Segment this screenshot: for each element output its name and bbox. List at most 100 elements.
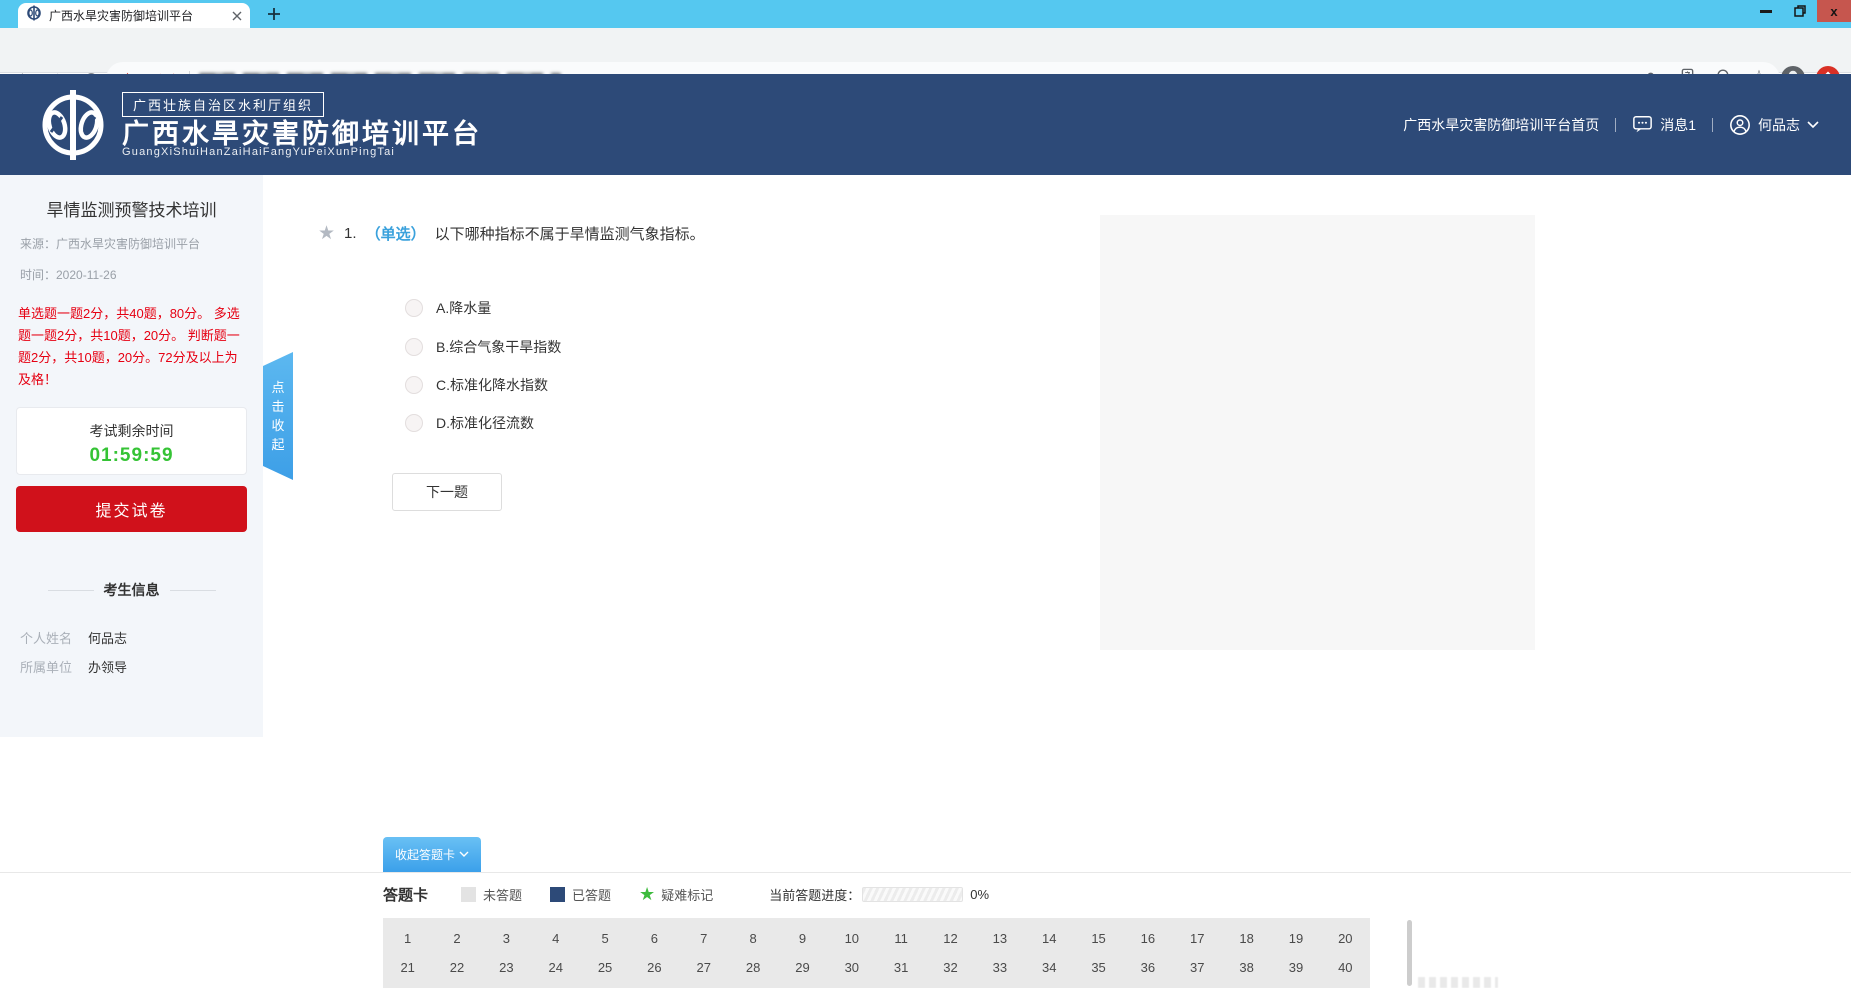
messages-button[interactable]: 消息1	[1632, 115, 1696, 135]
question-number-cell[interactable]: 15	[1074, 924, 1123, 953]
difficult-mark-label: 疑难标记	[661, 885, 713, 904]
question-number-cell[interactable]: 32	[926, 953, 975, 982]
answer-card-title: 答题卡	[383, 884, 428, 905]
question-number: 1.	[344, 225, 357, 242]
question-number-cell[interactable]: 3	[482, 924, 531, 953]
app-header: 广西壮族自治区水利厅组织 广西水旱灾害防御培训平台 GuangXiShuiHan…	[0, 74, 1851, 175]
answer-card-divider	[0, 872, 1851, 873]
question-number-cell[interactable]: 28	[728, 953, 777, 982]
option-a[interactable]: A.降水量	[405, 298, 491, 318]
answer-card-legend: 答题卡 未答题 已答题 ★ 疑难标记 当前答题进度： 0%	[383, 883, 989, 905]
question-number-cell[interactable]: 35	[1074, 953, 1123, 982]
unit-value: 办领导	[88, 657, 127, 676]
browser-titlebar: 广西水旱灾害防御培训平台 x	[0, 0, 1851, 28]
question-number-cell[interactable]: 39	[1271, 953, 1320, 982]
question-number-cell[interactable]: 5	[580, 924, 629, 953]
question-number-grid: 1234567891011121314151617181920212223242…	[383, 918, 1370, 988]
timer-value: 01:59:59	[17, 445, 246, 467]
nav-divider	[1615, 118, 1616, 132]
option-d[interactable]: D.标准化径流数	[405, 413, 534, 433]
course-title: 旱情监测预警技术培训	[0, 196, 263, 221]
radio-icon[interactable]	[405, 414, 423, 432]
question-number-cell[interactable]: 10	[827, 924, 876, 953]
question-number-cell[interactable]: 31	[876, 953, 925, 982]
question-number-cell[interactable]: 26	[630, 953, 679, 982]
radio-icon[interactable]	[405, 299, 423, 317]
question-header: ★ 1. （单选） 以下哪种指标不属于旱情监测气象指标。	[318, 223, 705, 244]
window-restore-button[interactable]	[1783, 0, 1817, 22]
question-number-cell[interactable]: 4	[531, 924, 580, 953]
question-number-cell[interactable]: 34	[1025, 953, 1074, 982]
question-number-cell[interactable]: 19	[1271, 924, 1320, 953]
watermark	[1418, 977, 1498, 988]
question-number-cell[interactable]: 18	[1222, 924, 1271, 953]
favicon-logo-icon	[26, 5, 42, 26]
question-number-cell[interactable]: 38	[1222, 953, 1271, 982]
question-number-cell[interactable]: 40	[1321, 953, 1370, 982]
question-number-cell[interactable]: 22	[432, 953, 481, 982]
option-c[interactable]: C.标准化降水指数	[405, 375, 548, 395]
window-controls: x	[1749, 0, 1851, 22]
heading-line	[48, 590, 94, 591]
question-number-cell[interactable]: 14	[1025, 924, 1074, 953]
option-b[interactable]: B.综合气象干旱指数	[405, 337, 561, 357]
browser-toolbar: 不安全 tinue=false&id=51&learnCourseID=105&…	[0, 28, 1851, 73]
question-number-cell[interactable]: 12	[926, 924, 975, 953]
difficult-mark-star-icon: ★	[639, 885, 655, 903]
tab-title: 广西水旱灾害防御培训平台	[49, 7, 225, 24]
question-number-cell[interactable]: 23	[482, 953, 531, 982]
window-close-button[interactable]: x	[1817, 0, 1851, 22]
question-number-cell[interactable]: 9	[778, 924, 827, 953]
browser-tab[interactable]: 广西水旱灾害防御培训平台	[18, 3, 250, 28]
question-number-cell[interactable]: 16	[1123, 924, 1172, 953]
home-link[interactable]: 广西水旱灾害防御培训平台首页	[1403, 115, 1599, 135]
answer-card-toggle[interactable]: 收起答题卡	[383, 837, 481, 872]
question-number-cell[interactable]: 13	[975, 924, 1024, 953]
question-number-cell[interactable]: 29	[778, 953, 827, 982]
question-number-cell[interactable]: 7	[679, 924, 728, 953]
right-placeholder-panel	[1100, 215, 1535, 650]
chevron-down-icon	[459, 851, 469, 858]
answered-label: 已答题	[572, 885, 611, 904]
examinee-unit-row: 所属单位 办领导	[20, 657, 250, 676]
question-number-cell[interactable]: 11	[876, 924, 925, 953]
question-number-cell[interactable]: 24	[531, 953, 580, 982]
question-number-cell[interactable]: 30	[827, 953, 876, 982]
heading-line	[170, 590, 216, 591]
question-number-cell[interactable]: 21	[383, 953, 432, 982]
question-number-cell[interactable]: 8	[728, 924, 777, 953]
radio-icon[interactable]	[405, 376, 423, 394]
new-tab-button[interactable]	[266, 6, 282, 22]
platform-logo-icon	[36, 88, 110, 167]
question-number-cell[interactable]: 37	[1173, 953, 1222, 982]
question-type-tag: （单选）	[366, 223, 426, 244]
timer-label: 考试剩余时间	[17, 421, 246, 441]
submit-exam-button[interactable]: 提交试卷	[16, 486, 247, 532]
tab-close-icon[interactable]	[232, 11, 242, 21]
progress-bar	[862, 887, 963, 902]
mark-difficult-star-icon[interactable]: ★	[318, 224, 335, 243]
page-subtitle: GuangXiShuiHanZaiHaiFangYuPeiXunPingTai	[122, 146, 395, 158]
question-number-cell[interactable]: 17	[1173, 924, 1222, 953]
progress-label: 当前答题进度：	[769, 885, 860, 904]
radio-icon[interactable]	[405, 338, 423, 356]
course-time: 时间：2020-11-26	[20, 266, 263, 283]
question-number-cell[interactable]: 2	[432, 924, 481, 953]
next-question-button[interactable]: 下一题	[392, 473, 502, 511]
question-number-cell[interactable]: 36	[1123, 953, 1172, 982]
course-source: 来源：广西水旱灾害防御培训平台	[20, 235, 263, 252]
examinee-info-heading: 考生信息	[0, 580, 263, 600]
question-number-cell[interactable]: 20	[1321, 924, 1370, 953]
user-menu[interactable]: 何品志	[1729, 114, 1819, 136]
chevron-down-icon	[1807, 121, 1819, 129]
screen: 广西水旱灾害防御培训平台 x 不安	[0, 0, 1851, 988]
answer-card-scrollbar[interactable]	[1407, 920, 1412, 986]
question-number-cell[interactable]: 33	[975, 953, 1024, 982]
question-number-cell[interactable]: 6	[630, 924, 679, 953]
close-icon: x	[1830, 5, 1837, 18]
window-minimize-button[interactable]	[1749, 0, 1783, 22]
question-number-cell[interactable]: 27	[679, 953, 728, 982]
question-number-cell[interactable]: 25	[580, 953, 629, 982]
sidebar-collapse-tab[interactable]: 点击收起	[263, 352, 293, 480]
question-number-cell[interactable]: 1	[383, 924, 432, 953]
